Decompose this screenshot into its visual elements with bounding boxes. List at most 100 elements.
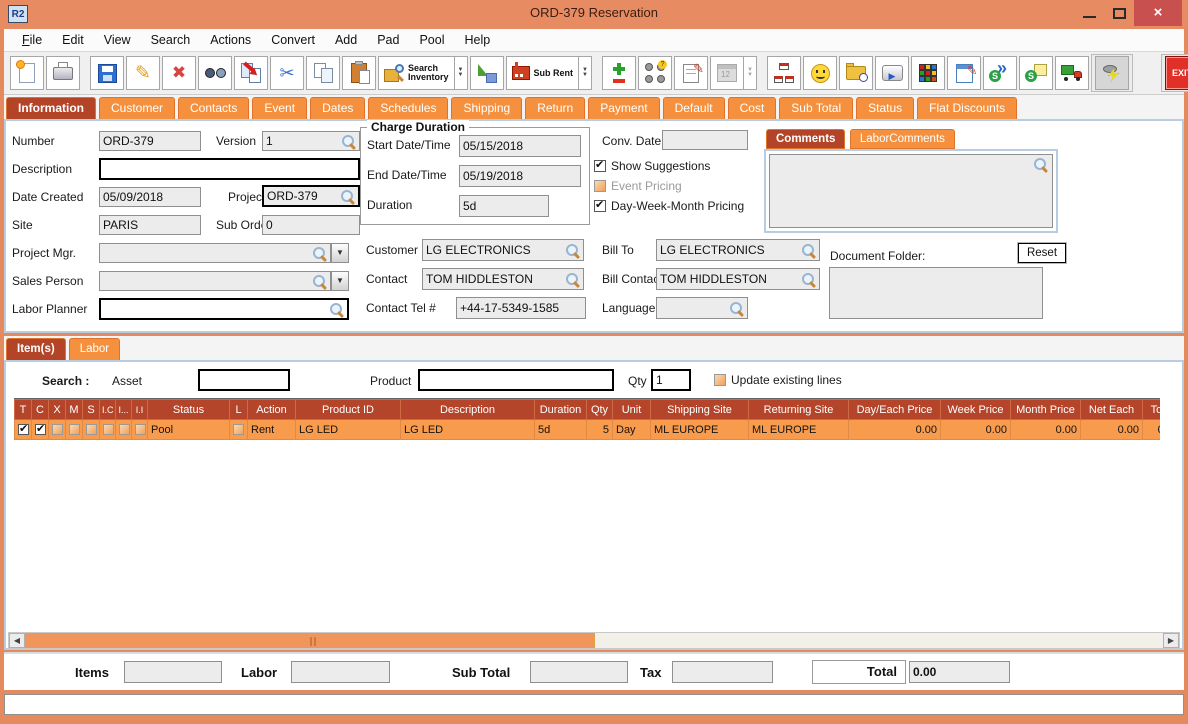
history-folder-button[interactable] (839, 56, 874, 90)
new-document-button[interactable] (10, 56, 44, 90)
add-line-button[interactable] (602, 56, 637, 90)
menu-item-edit[interactable]: Edit (52, 31, 94, 49)
col-t[interactable]: T (14, 399, 32, 420)
sales-person-field[interactable] (99, 271, 331, 291)
tab-payment[interactable]: Payment (588, 97, 660, 119)
col-product-id[interactable]: Product ID (295, 399, 401, 420)
cell-s[interactable] (82, 419, 100, 440)
cell-net-each[interactable]: 0.00 (1080, 419, 1143, 440)
cell-month-price[interactable]: 0.00 (1010, 419, 1081, 440)
tab-default[interactable]: Default (662, 97, 725, 119)
sub-total-field[interactable] (530, 661, 628, 683)
scroll-right-icon[interactable]: ▶ (1163, 633, 1179, 648)
conv-date-field[interactable] (662, 130, 748, 150)
sales-person-lookup-icon[interactable] (312, 274, 327, 289)
shortcut-key-button[interactable]: ▶ (875, 56, 910, 90)
delete-button[interactable]: ✖ (162, 56, 196, 90)
calendar-button[interactable]: 12 (710, 56, 745, 90)
cell-x[interactable] (48, 419, 66, 440)
cell-ic[interactable] (99, 419, 116, 440)
cell-shipping-site[interactable]: ML EUROPE (650, 419, 749, 440)
col-ii[interactable]: I.I (131, 399, 148, 420)
bill-contact-field[interactable] (656, 268, 820, 290)
cell-l[interactable] (229, 419, 248, 440)
menu-item-actions[interactable]: Actions (200, 31, 261, 49)
l-checkbox[interactable] (233, 424, 244, 436)
cell-week-price[interactable]: 0.00 (940, 419, 1011, 440)
asset-input[interactable] (198, 369, 290, 391)
dwm-pricing-checkbox[interactable] (594, 198, 606, 212)
cell-tot[interactable]: 0.00 (1142, 419, 1160, 440)
tab-contacts[interactable]: Contacts (178, 97, 250, 119)
labor-planner-field[interactable] (99, 298, 349, 320)
status-blocks-button[interactable] (911, 56, 946, 90)
tab-comments[interactable]: Comments (766, 129, 846, 149)
tab-dates[interactable]: Dates (310, 97, 366, 119)
exit-button[interactable]: EXIT (1165, 56, 1188, 90)
total-field[interactable] (909, 661, 1010, 683)
col-status[interactable]: Status (147, 399, 230, 420)
paste-button[interactable] (342, 56, 376, 90)
shipping-button[interactable] (1055, 56, 1090, 90)
customer-field[interactable] (422, 239, 584, 261)
labor-planner-lookup-icon[interactable] (329, 302, 344, 317)
comments-lookup-icon[interactable] (1033, 157, 1048, 172)
version-field[interactable] (262, 131, 360, 151)
sub-orders-field[interactable] (262, 215, 360, 235)
cell-i-dots[interactable] (115, 419, 132, 440)
qty-input[interactable] (651, 369, 691, 391)
col-week-price[interactable]: Week Price (940, 399, 1011, 420)
search-inventory-dropdown[interactable]: ▼ ▼ (454, 56, 468, 90)
tab-items[interactable]: Item(s) (6, 338, 66, 360)
show-suggestions-option[interactable]: Show Suggestions (594, 158, 710, 173)
menu-item-add[interactable]: Add (325, 31, 367, 49)
sales-person-dropdown[interactable]: ▼ (331, 271, 349, 291)
col-description[interactable]: Description (400, 399, 535, 420)
col-l[interactable]: L (229, 399, 248, 420)
tab-return[interactable]: Return (525, 97, 586, 119)
date-created-field[interactable] (99, 187, 201, 207)
cell-day-each-price[interactable]: 0.00 (848, 419, 941, 440)
show-suggestions-checkbox[interactable] (594, 158, 606, 172)
labor-total-field[interactable] (291, 661, 390, 683)
tab-labor[interactable]: Labor (68, 338, 121, 360)
project-lookup-icon[interactable] (340, 189, 355, 204)
col-qty[interactable]: Qty (586, 399, 613, 420)
notes-button[interactable]: ✎ (674, 56, 709, 90)
language-field[interactable] (656, 297, 748, 319)
sub-rent-dropdown[interactable]: ▼ ▼ (579, 56, 593, 90)
menu-item-file[interactable]: File (12, 31, 52, 49)
tab-information[interactable]: Information (6, 97, 96, 119)
project-mgr-field[interactable] (99, 243, 331, 263)
ii-checkbox[interactable] (135, 424, 146, 436)
cell-product-id[interactable]: LG LED (295, 419, 401, 440)
i-dots-checkbox[interactable] (119, 424, 130, 436)
cell-unit[interactable]: Day (612, 419, 651, 440)
customer-lookup-icon[interactable] (565, 243, 580, 258)
sub-orders-button[interactable] (767, 56, 802, 90)
close-button[interactable]: × (1134, 0, 1182, 26)
tab-flat-discounts[interactable]: Flat Discounts (917, 97, 1018, 119)
bill-contact-lookup-icon[interactable] (801, 272, 816, 287)
titlebar[interactable]: R2 ORD-379 Reservation × (0, 0, 1188, 29)
scroll-left-icon[interactable]: ◀ (9, 633, 25, 648)
edit-button[interactable]: ✎ (126, 56, 160, 90)
sub-rent-button[interactable]: Sub Rent (505, 56, 580, 90)
cell-action[interactable]: Rent (247, 419, 296, 440)
menu-item-convert[interactable]: Convert (261, 31, 325, 49)
col-net-each[interactable]: Net Each (1080, 399, 1143, 420)
col-i-dots[interactable]: I... (115, 399, 132, 420)
update-existing-lines-checkbox[interactable] (714, 374, 726, 386)
col-tot[interactable]: Tot... (1142, 399, 1160, 420)
comments-textarea[interactable] (769, 154, 1053, 228)
tab-status[interactable]: Status (856, 97, 915, 119)
quote-lightning-button[interactable] (1095, 56, 1130, 90)
cell-qty[interactable]: 5 (586, 419, 613, 440)
grid-row[interactable]: Pool Rent LG LED LG LED 5d 5 Day ML EURO… (14, 419, 1160, 440)
edit-notes-button[interactable]: ✎ (947, 56, 982, 90)
col-day-each-price[interactable]: Day/Each Price (848, 399, 941, 420)
m-checkbox[interactable] (69, 424, 80, 436)
maximize-button[interactable] (1113, 8, 1126, 19)
contact-lookup-icon[interactable] (565, 272, 580, 287)
scrollbar-thumb[interactable] (25, 633, 595, 648)
